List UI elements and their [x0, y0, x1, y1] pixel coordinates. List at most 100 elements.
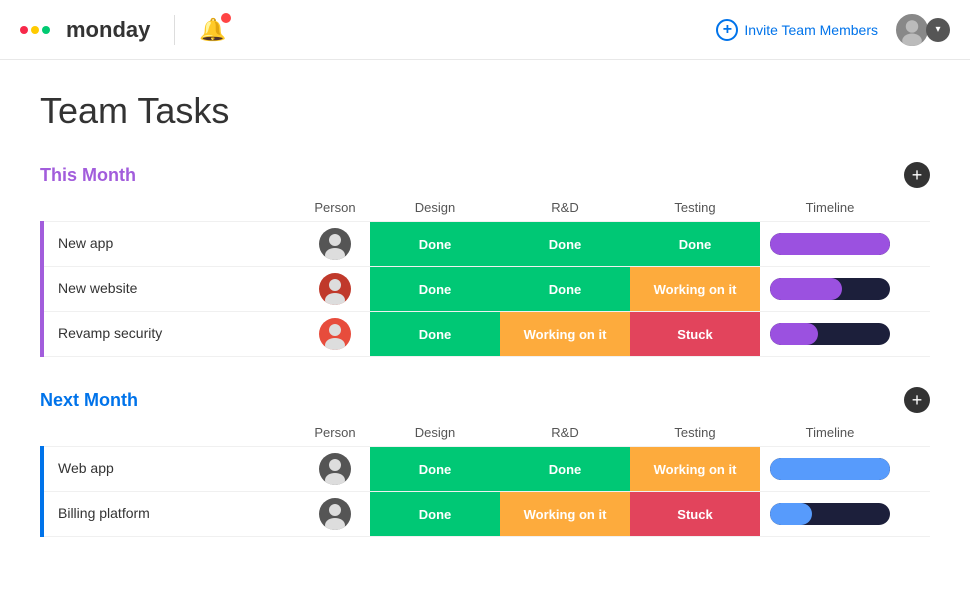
- invite-button[interactable]: + Invite Team Members: [716, 19, 878, 41]
- task-extra-cell: [900, 492, 930, 537]
- timeline-bar-container: [770, 458, 890, 480]
- table-row: New website DoneDoneWorking on it: [42, 267, 930, 312]
- table-row: New app DoneDoneDone: [42, 222, 930, 267]
- task-name-cell: Web app: [42, 447, 300, 492]
- section-header-next-month: Next Month +: [40, 387, 930, 413]
- logo-dot-green: [42, 26, 50, 34]
- timeline-bar-container: [770, 233, 890, 255]
- header-right: + Invite Team Members ▾: [716, 12, 950, 48]
- col-header-name: [42, 419, 300, 447]
- header-divider: [174, 15, 175, 45]
- invite-plus-icon: +: [716, 19, 738, 41]
- person-avatar: [319, 228, 351, 260]
- task-timeline-cell[interactable]: [760, 312, 900, 357]
- task-extra-cell: [900, 447, 930, 492]
- task-timeline-cell[interactable]: [760, 267, 900, 312]
- task-rd-status[interactable]: Done: [500, 447, 630, 492]
- task-person-cell: [300, 447, 370, 492]
- logo-dot-yellow: [31, 26, 39, 34]
- task-name: New app: [58, 235, 113, 251]
- task-name-cell: Billing platform: [42, 492, 300, 537]
- logo-text: monday: [66, 17, 150, 43]
- task-design-status[interactable]: Done: [370, 447, 500, 492]
- col-header-design: Design: [370, 419, 500, 447]
- col-header-person: Person: [300, 419, 370, 447]
- task-rd-status[interactable]: Working on it: [500, 492, 630, 537]
- task-testing-status[interactable]: Working on it: [630, 267, 760, 312]
- person-avatar: [319, 273, 351, 305]
- task-testing-status[interactable]: Done: [630, 222, 760, 267]
- add-row-button-next-month[interactable]: +: [904, 387, 930, 413]
- col-header-testing: Testing: [630, 194, 760, 222]
- task-design-status[interactable]: Done: [370, 267, 500, 312]
- task-table-this-month: PersonDesignR&DTestingTimelineNew app Do…: [40, 194, 930, 357]
- add-row-button-this-month[interactable]: +: [904, 162, 930, 188]
- task-rd-status[interactable]: Done: [500, 267, 630, 312]
- task-timeline-cell[interactable]: [760, 447, 900, 492]
- task-person-cell: [300, 222, 370, 267]
- logo-dots: [20, 26, 50, 34]
- task-timeline-cell[interactable]: [760, 222, 900, 267]
- task-name: New website: [58, 280, 137, 296]
- task-name-cell: Revamp security: [42, 312, 300, 357]
- task-name-cell: New app: [42, 222, 300, 267]
- task-design-status[interactable]: Done: [370, 492, 500, 537]
- section-header-this-month: This Month +: [40, 162, 930, 188]
- section-title-next-month: Next Month: [40, 390, 138, 411]
- col-header-person: Person: [300, 194, 370, 222]
- timeline-fill: [770, 233, 890, 255]
- avatar-group: ▾: [894, 12, 950, 48]
- account-dropdown-icon[interactable]: ▾: [926, 18, 950, 42]
- invite-label: Invite Team Members: [744, 22, 878, 38]
- col-header-testing: Testing: [630, 419, 760, 447]
- col-header-name: [42, 194, 300, 222]
- person-avatar: [319, 498, 351, 530]
- table-row: Revamp security DoneWorking on itStuck: [42, 312, 930, 357]
- timeline-bar-container: [770, 503, 890, 525]
- sections-container: This Month+PersonDesignR&DTestingTimelin…: [40, 162, 930, 537]
- task-testing-status[interactable]: Working on it: [630, 447, 760, 492]
- col-header-rd: R&D: [500, 419, 630, 447]
- timeline-fill: [770, 503, 812, 525]
- task-table-next-month: PersonDesignR&DTestingTimelineWeb app Do…: [40, 419, 930, 537]
- table-row: Web app DoneDoneWorking on it: [42, 447, 930, 492]
- page-title: Team Tasks: [40, 90, 930, 132]
- task-name: Web app: [58, 460, 114, 476]
- task-rd-status[interactable]: Working on it: [500, 312, 630, 357]
- bell-badge: [221, 13, 231, 23]
- table-row: Billing platform DoneWorking on itStuck: [42, 492, 930, 537]
- timeline-fill: [770, 323, 818, 345]
- logo-area: monday 🔔: [20, 15, 227, 45]
- col-header-extra: [900, 194, 930, 222]
- task-testing-status[interactable]: Stuck: [630, 492, 760, 537]
- task-person-cell: [300, 267, 370, 312]
- bell-icon[interactable]: 🔔: [199, 17, 226, 43]
- col-header-extra: [900, 419, 930, 447]
- person-avatar: [319, 453, 351, 485]
- timeline-bar-container: [770, 278, 890, 300]
- avatar[interactable]: [894, 12, 930, 48]
- task-rd-status[interactable]: Done: [500, 222, 630, 267]
- task-design-status[interactable]: Done: [370, 312, 500, 357]
- task-name: Revamp security: [58, 325, 162, 341]
- task-person-cell: [300, 312, 370, 357]
- timeline-fill: [770, 458, 890, 480]
- col-header-timeline: Timeline: [760, 194, 900, 222]
- task-design-status[interactable]: Done: [370, 222, 500, 267]
- timeline-bar-container: [770, 323, 890, 345]
- task-testing-status[interactable]: Stuck: [630, 312, 760, 357]
- main-content: Team Tasks This Month+PersonDesignR&DTes…: [0, 60, 970, 597]
- task-name: Billing platform: [58, 505, 150, 521]
- task-extra-cell: [900, 222, 930, 267]
- col-header-design: Design: [370, 194, 500, 222]
- section-this-month: This Month + PersonDesignR&DTestingTimelin…: [40, 162, 930, 357]
- section-next-month: Next Month + PersonDesignR&DTestingTimelin…: [40, 387, 930, 537]
- logo-dot-red: [20, 26, 28, 34]
- task-name-cell: New website: [42, 267, 300, 312]
- col-header-timeline: Timeline: [760, 419, 900, 447]
- task-timeline-cell[interactable]: [760, 492, 900, 537]
- col-header-rd: R&D: [500, 194, 630, 222]
- section-title-this-month: This Month: [40, 165, 136, 186]
- timeline-fill: [770, 278, 842, 300]
- person-avatar: [319, 318, 351, 350]
